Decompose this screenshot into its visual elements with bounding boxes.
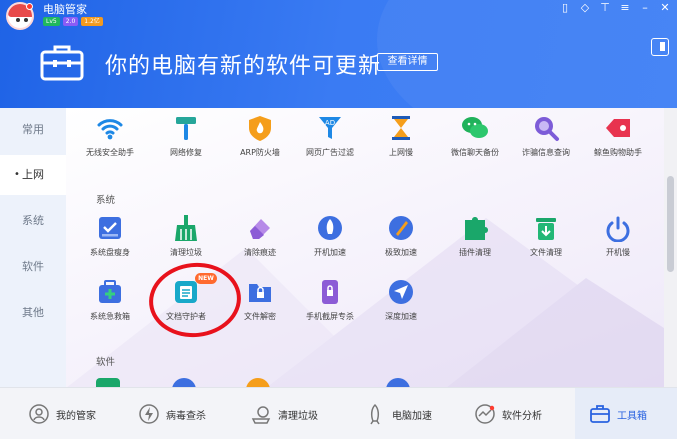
tool-label: 上网慢 — [389, 148, 413, 157]
tool-first-aid[interactable]: 系统急救箱 — [74, 278, 146, 340]
puzzle-icon — [465, 217, 488, 240]
hammer-icon — [176, 117, 196, 140]
app-title: 电脑管家 — [43, 3, 87, 16]
level-badges: Lv5 2.0 1.2亿 — [43, 17, 103, 26]
phone-lock-icon — [322, 280, 338, 304]
points-badge[interactable]: 1.2亿 — [81, 17, 103, 26]
bottom-tab-my-manager[interactable]: 我的管家 — [28, 388, 118, 439]
vip-badge[interactable]: 2.0 — [62, 17, 79, 26]
view-details-button[interactable]: 查看详情 — [377, 53, 438, 71]
tool-network-repair[interactable]: 网络修复 — [150, 114, 222, 176]
bottom-tab-pc-accelerate[interactable]: 电脑加速 — [364, 388, 464, 439]
paper-plane-icon — [389, 280, 413, 304]
power-icon — [606, 216, 630, 242]
tool-file-clean[interactable]: 文件清理 — [510, 214, 582, 276]
tool-wechat-backup[interactable]: 微信聊天备份 — [439, 114, 511, 176]
tool-phone-screenlock-kill[interactable]: 手机截屏专杀 — [294, 278, 366, 340]
tool-boot-accelerate[interactable]: 开机加速 — [294, 214, 366, 276]
fire-shield-icon — [249, 116, 271, 141]
analysis-icon — [475, 404, 495, 424]
toolbox-icon — [590, 405, 610, 423]
tool-slow-boot[interactable]: 开机慢 — [582, 214, 654, 276]
clean-icon — [251, 406, 271, 424]
bottom-tab-toolbox[interactable]: 工具箱 — [575, 388, 677, 439]
svg-text:AD: AD — [325, 119, 335, 127]
briefcase-icon — [40, 45, 84, 81]
bottom-tab-label: 病毒查杀 — [166, 410, 206, 422]
tool-deep-accelerate[interactable]: 深度加速 — [365, 278, 437, 340]
category-nav: 常用 上网 系统 软件 其他 — [0, 108, 66, 387]
nav-item-common[interactable]: 常用 — [0, 110, 66, 150]
window-controls: ▯ ◇ ⊤ ≡ – ✕ — [559, 1, 671, 14]
bottom-nav: 我的管家 病毒查杀 清理垃圾 电脑加速 软件分析 工具箱 — [0, 387, 677, 439]
notification-dot — [26, 3, 33, 10]
bottom-tab-software-analysis[interactable]: 软件分析 — [474, 388, 574, 439]
hourglass-icon — [392, 116, 410, 140]
tool-label: 系统急救箱 — [90, 312, 130, 321]
tool-plugin-clean[interactable]: 插件清理 — [439, 214, 511, 276]
tool-label: 网络修复 — [170, 148, 202, 157]
tag-icon — [606, 119, 630, 137]
bottom-tab-label: 我的管家 — [56, 410, 96, 422]
phone-icon[interactable]: ▯ — [559, 1, 571, 14]
bottom-tab-label: 工具箱 — [617, 410, 647, 422]
bottom-tab-label: 清理垃圾 — [278, 410, 318, 422]
first-aid-icon — [99, 280, 121, 303]
speed-pen-icon — [389, 216, 413, 240]
tool-label: 深度加速 — [385, 312, 417, 321]
section-title-system: 系统 — [96, 195, 116, 206]
tool-shopping-helper[interactable]: 鲸鱼购物助手 — [582, 114, 654, 176]
tool-extreme-accelerate[interactable]: 极致加速 — [365, 214, 437, 276]
disk-icon — [99, 217, 121, 239]
rocket-icon — [370, 403, 380, 425]
tool-clear-traces[interactable]: 清除痕迹 — [224, 214, 296, 276]
broom-icon — [175, 215, 197, 241]
tool-label: 清理垃圾 — [170, 248, 202, 257]
trash-icon — [536, 218, 556, 240]
sidebar-toggle-icon[interactable] — [651, 38, 669, 56]
close-icon[interactable]: ✕ — [659, 1, 671, 14]
tool-label: 极致加速 — [385, 248, 417, 257]
tool-label: 无线安全助手 — [86, 148, 134, 157]
tool-label: 鲸鱼购物助手 — [594, 148, 642, 157]
wifi-icon — [97, 119, 123, 140]
update-banner: 你的电脑有新的软件可更新 — [105, 54, 382, 79]
bottom-tab-clean-junk[interactable]: 清理垃圾 — [250, 388, 350, 439]
section-title-software: 软件 — [96, 357, 116, 368]
home-icon — [29, 404, 49, 424]
shield-icon[interactable]: ◇ — [579, 1, 591, 14]
tool-label: 开机慢 — [606, 248, 630, 257]
tool-disk-slim[interactable]: 系统盘瘦身 — [74, 214, 146, 276]
nav-item-software[interactable]: 软件 — [0, 247, 66, 287]
rocket-icon — [318, 216, 342, 240]
virus-icon — [139, 404, 159, 424]
shirt-icon[interactable]: ⊤ — [599, 1, 611, 14]
tool-slow-internet[interactable]: 上网慢 — [365, 114, 437, 176]
header: 电脑管家 Lv5 2.0 1.2亿 ▯ ◇ ⊤ ≡ – ✕ 你的电脑有新的软件可… — [0, 0, 677, 108]
bottom-tab-label: 软件分析 — [502, 410, 542, 422]
tools-panel: 无线安全助手 网络修复 ARP防火墙 AD 网页广告过滤 上网慢 微信聊天备份 … — [66, 108, 664, 387]
folder-lock-icon — [249, 284, 271, 302]
scrollbar-thumb[interactable] — [667, 176, 674, 272]
tool-arp-firewall[interactable]: ARP防火墙 — [224, 114, 296, 176]
eraser-icon — [250, 219, 270, 239]
bottom-tab-virus-scan[interactable]: 病毒查杀 — [138, 388, 228, 439]
tool-ad-filter[interactable]: AD 网页广告过滤 — [294, 114, 366, 176]
tool-label: 系统盘瘦身 — [90, 248, 130, 257]
software-item-partial[interactable] — [96, 378, 120, 387]
scrollbar[interactable] — [664, 108, 677, 387]
wechat-icon — [462, 117, 488, 138]
level-badge[interactable]: Lv5 — [43, 17, 60, 26]
ad-filter-icon: AD — [319, 117, 341, 139]
bottom-tab-label: 电脑加速 — [392, 410, 432, 422]
nav-item-other[interactable]: 其他 — [0, 293, 66, 333]
tool-fraud-lookup[interactable]: 诈骗信息查询 — [510, 114, 582, 176]
nav-item-system[interactable]: 系统 — [0, 201, 66, 241]
nav-item-internet[interactable]: 上网 — [0, 155, 66, 195]
menu-icon[interactable]: ≡ — [619, 1, 631, 14]
magnifier-icon — [535, 117, 559, 141]
tool-wifi-security[interactable]: 无线安全助手 — [74, 114, 146, 176]
minimize-icon[interactable]: – — [639, 1, 651, 14]
